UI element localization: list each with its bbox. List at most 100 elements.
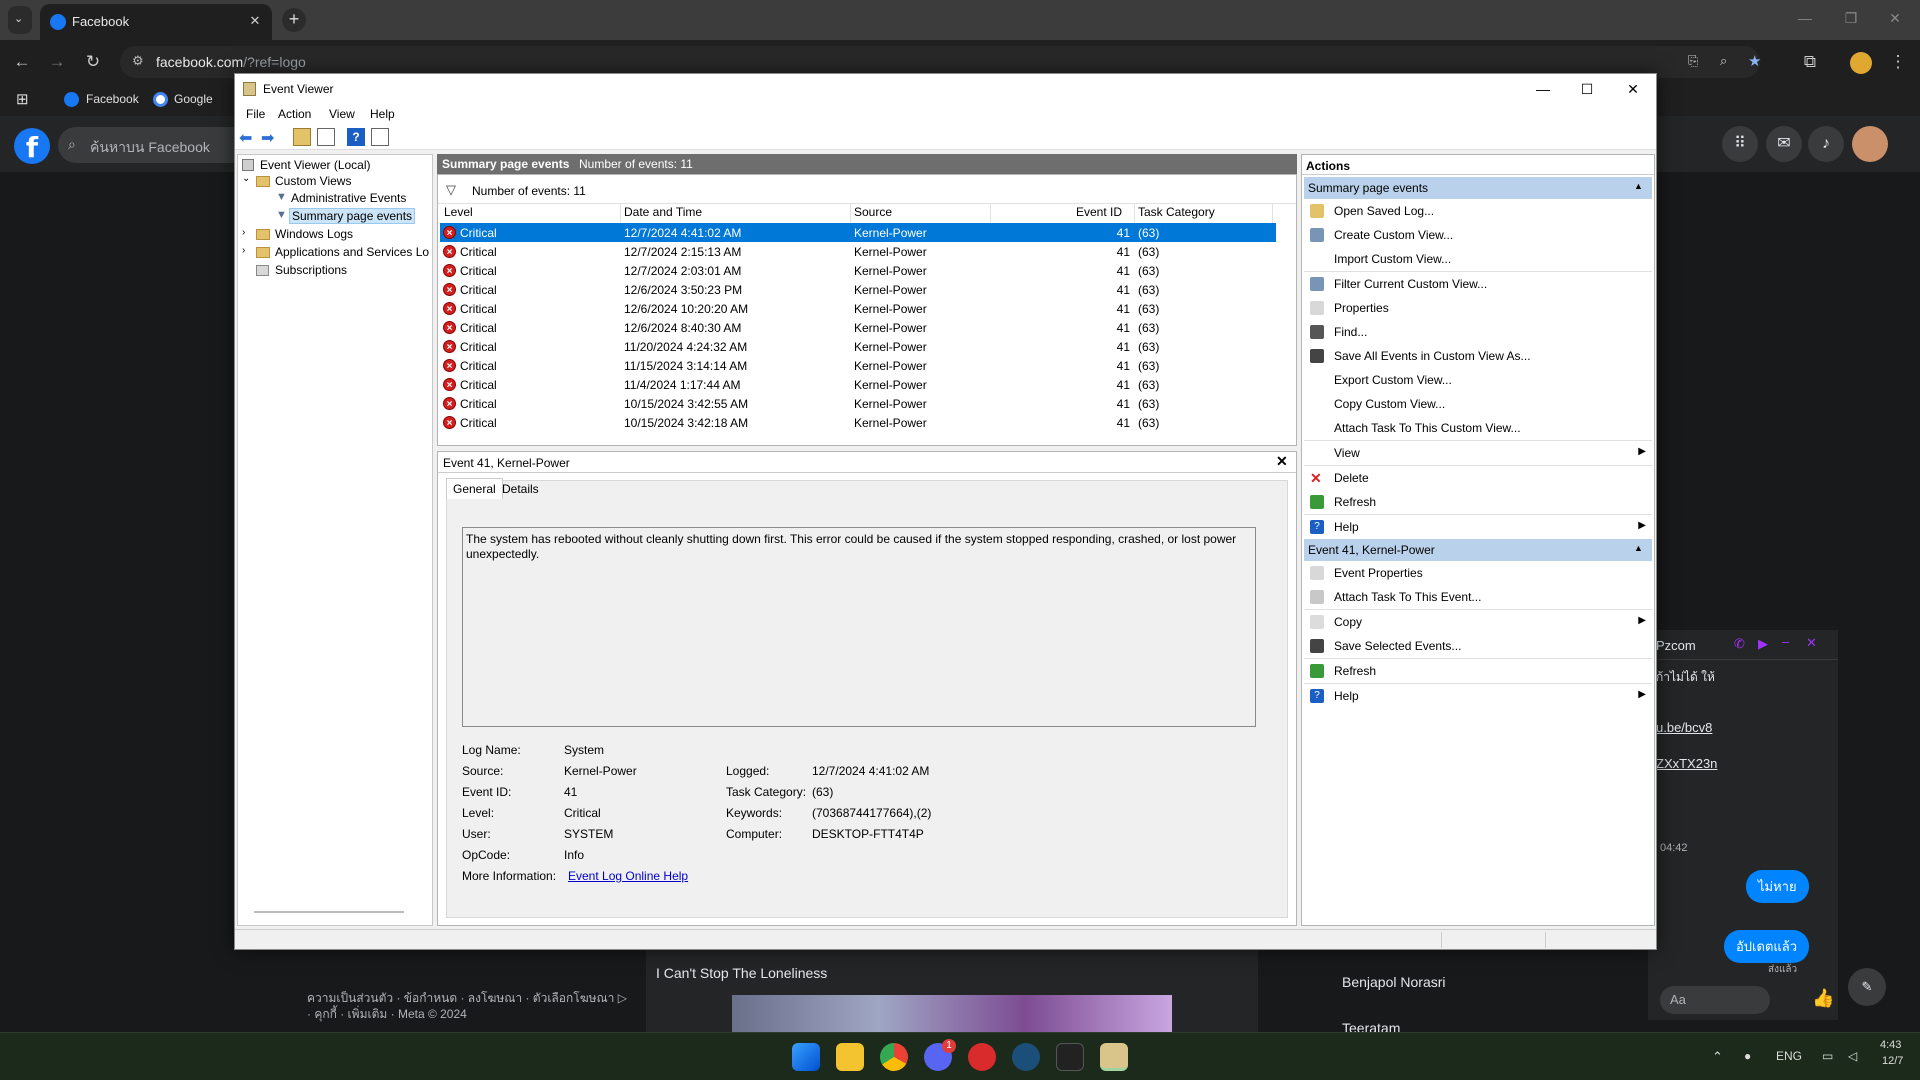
open-folder-icon[interactable] bbox=[293, 128, 311, 146]
video-icon[interactable]: ▶ bbox=[1758, 636, 1768, 652]
chrome-icon[interactable] bbox=[880, 1043, 908, 1071]
apps-grid-icon[interactable]: ⊞ bbox=[16, 90, 29, 108]
event-row[interactable]: × Critical 10/15/2024 3:42:18 AM Kernel-Pow… bbox=[440, 413, 1276, 432]
close-button[interactable]: ✕ bbox=[1611, 78, 1655, 100]
tab-facebook[interactable]: Facebook ✕ bbox=[40, 4, 272, 40]
forward-arrow-icon[interactable]: → bbox=[47, 52, 67, 72]
column-header-level[interactable]: Level bbox=[444, 205, 473, 219]
help-icon[interactable]: ? bbox=[347, 128, 365, 146]
notifications-bell-icon[interactable]: ♪ bbox=[1808, 126, 1844, 162]
minimize-chat-icon[interactable]: – bbox=[1782, 634, 1789, 649]
action-item[interactable]: Refresh bbox=[1304, 490, 1652, 514]
action-item[interactable]: ? Help ▶ bbox=[1304, 515, 1652, 539]
tab-general[interactable]: General bbox=[446, 478, 503, 499]
event-log-help-link[interactable]: Event Log Online Help bbox=[568, 869, 688, 883]
event-row[interactable]: × Critical 11/15/2024 3:14:14 AM Kernel-Pow… bbox=[440, 356, 1276, 375]
clock-time[interactable]: 4:43 bbox=[1880, 1039, 1901, 1051]
action-item[interactable]: Import Custom View... bbox=[1304, 247, 1652, 271]
clock-date[interactable]: 12/7 bbox=[1882, 1055, 1903, 1067]
tab-close-button[interactable]: ✕ bbox=[246, 12, 264, 30]
action-item[interactable]: ✕ Delete bbox=[1304, 466, 1652, 490]
menu-grid-icon[interactable]: ⠿ bbox=[1722, 126, 1758, 162]
reload-icon[interactable]: ↻ bbox=[83, 52, 103, 72]
close-detail-icon[interactable]: ✕ bbox=[1276, 453, 1288, 470]
window-titlebar[interactable]: Event Viewer — ☐ ✕ bbox=[235, 74, 1656, 104]
chat-header[interactable]: Pzcom ✆ ▶ – ✕ bbox=[1648, 630, 1838, 660]
show-action-pane-icon[interactable] bbox=[371, 128, 389, 146]
event-row[interactable]: × Critical 12/7/2024 4:41:02 AM Kernel-Powe… bbox=[440, 223, 1276, 242]
volume-icon[interactable]: ◁ bbox=[1848, 1049, 1857, 1063]
bookmark-google[interactable]: Google bbox=[174, 92, 213, 106]
chat-message-input[interactable]: Aa bbox=[1660, 986, 1770, 1014]
event-row[interactable]: × Critical 12/7/2024 2:03:01 AM Kernel-Powe… bbox=[440, 261, 1276, 280]
bookmark-facebook[interactable]: Facebook bbox=[86, 92, 139, 106]
event-viewer-taskbar-icon[interactable] bbox=[1100, 1043, 1128, 1071]
menu-help[interactable]: Help bbox=[370, 107, 395, 121]
action-item[interactable]: Filter Current Custom View... bbox=[1304, 272, 1652, 296]
menu-view[interactable]: View bbox=[329, 107, 355, 121]
action-item[interactable]: Find... bbox=[1304, 320, 1652, 344]
column-header-event-id[interactable]: Event ID bbox=[1076, 205, 1122, 219]
extensions-icon[interactable]: ⧉ bbox=[1800, 52, 1820, 72]
network-icon[interactable]: ▭ bbox=[1822, 1049, 1833, 1063]
restore-browser-button[interactable]: ❐ bbox=[1836, 10, 1866, 27]
phone-icon[interactable]: ✆ bbox=[1734, 636, 1745, 652]
account-avatar[interactable] bbox=[1852, 126, 1888, 162]
new-tab-button[interactable]: + bbox=[282, 8, 306, 32]
action-item[interactable]: Copy ▶ bbox=[1304, 610, 1652, 634]
bookmark-star-icon[interactable]: ★ bbox=[1748, 52, 1761, 70]
chat-link[interactable]: ZXxTX23n bbox=[1656, 756, 1717, 771]
tab-details[interactable]: Details bbox=[498, 481, 543, 497]
more-menu-icon[interactable]: ⋮ bbox=[1888, 52, 1908, 72]
action-item[interactable]: Save All Events in Custom View As... bbox=[1304, 344, 1652, 368]
steam-icon[interactable] bbox=[1012, 1043, 1040, 1071]
start-windows-icon[interactable] bbox=[792, 1043, 820, 1071]
event-row[interactable]: × Critical 12/6/2024 3:50:23 PM Kernel-Powe… bbox=[440, 280, 1276, 299]
action-item[interactable]: Refresh bbox=[1304, 659, 1652, 683]
minimize-button[interactable]: — bbox=[1521, 78, 1565, 100]
action-item[interactable]: Open Saved Log... bbox=[1304, 199, 1652, 223]
event-row[interactable]: × Critical 11/20/2024 4:24:32 AM Kernel-Pow… bbox=[440, 337, 1276, 356]
install-app-icon[interactable]: ⎘ bbox=[1688, 53, 1698, 69]
action-item[interactable]: View ▶ bbox=[1304, 441, 1652, 465]
zoom-icon[interactable]: ⌕ bbox=[1720, 53, 1727, 69]
tray-chevron-up-icon[interactable]: ⌃ bbox=[1712, 1049, 1723, 1065]
messenger-icon[interactable]: ✉ bbox=[1766, 126, 1802, 162]
event-row[interactable]: × Critical 10/15/2024 3:42:55 AM Kernel-Pow… bbox=[440, 394, 1276, 413]
back-arrow-icon[interactable]: ← bbox=[12, 52, 32, 72]
action-item[interactable]: Properties bbox=[1304, 296, 1652, 320]
back-arrow-icon[interactable]: ⬅ bbox=[239, 128, 257, 147]
close-browser-button[interactable]: ✕ bbox=[1880, 10, 1910, 27]
contact-item[interactable]: Benjapol Norasri bbox=[1294, 974, 1446, 990]
event-row[interactable]: × Critical 12/7/2024 2:15:13 AM Kernel-Powe… bbox=[440, 242, 1276, 261]
epic-games-icon[interactable] bbox=[1056, 1043, 1084, 1071]
game-launcher-icon[interactable] bbox=[968, 1043, 996, 1071]
action-item[interactable]: Export Custom View... bbox=[1304, 368, 1652, 392]
facebook-logo[interactable]: f bbox=[14, 128, 50, 164]
event-row[interactable]: × Critical 12/6/2024 8:40:30 AM Kernel-Powe… bbox=[440, 318, 1276, 337]
event-row[interactable]: × Critical 12/6/2024 10:20:20 AM Kernel-Pow… bbox=[440, 299, 1276, 318]
column-header-source[interactable]: Source bbox=[854, 205, 892, 219]
forward-arrow-icon[interactable]: ➡ bbox=[261, 128, 279, 147]
horizontal-scrollbar[interactable] bbox=[254, 911, 404, 913]
action-item[interactable]: Create Custom View... bbox=[1304, 223, 1652, 247]
event-row[interactable]: × Critical 11/4/2024 1:17:44 AM Kernel-Powe… bbox=[440, 375, 1276, 394]
profile-avatar[interactable] bbox=[1850, 52, 1872, 74]
close-chat-icon[interactable]: ✕ bbox=[1806, 635, 1817, 651]
chat-link[interactable]: u.be/bcv8 bbox=[1656, 720, 1712, 735]
language-indicator[interactable]: ENG bbox=[1776, 1049, 1802, 1063]
column-header-date[interactable]: Date and Time bbox=[624, 205, 702, 219]
menu-file[interactable]: File bbox=[246, 107, 265, 121]
microphone-icon[interactable]: ● bbox=[1744, 1049, 1751, 1063]
action-item[interactable]: ? Help ▶ bbox=[1304, 684, 1652, 708]
like-thumb-icon[interactable]: 👍 bbox=[1812, 988, 1834, 1009]
actions-section-event[interactable]: Event 41, Kernel-Power ▲ bbox=[1304, 539, 1652, 561]
action-item[interactable]: Attach Task To This Event... bbox=[1304, 585, 1652, 609]
show-tree-icon[interactable] bbox=[317, 128, 335, 146]
actions-section-summary[interactable]: Summary page events ▲ bbox=[1304, 177, 1652, 199]
action-item[interactable]: Attach Task To This Custom View... bbox=[1304, 416, 1652, 440]
action-item[interactable]: Event Properties bbox=[1304, 561, 1652, 585]
action-item[interactable]: Save Selected Events... bbox=[1304, 634, 1652, 658]
minimize-browser-button[interactable]: — bbox=[1790, 10, 1820, 26]
tab-search-button[interactable]: ⌄ bbox=[8, 6, 32, 34]
